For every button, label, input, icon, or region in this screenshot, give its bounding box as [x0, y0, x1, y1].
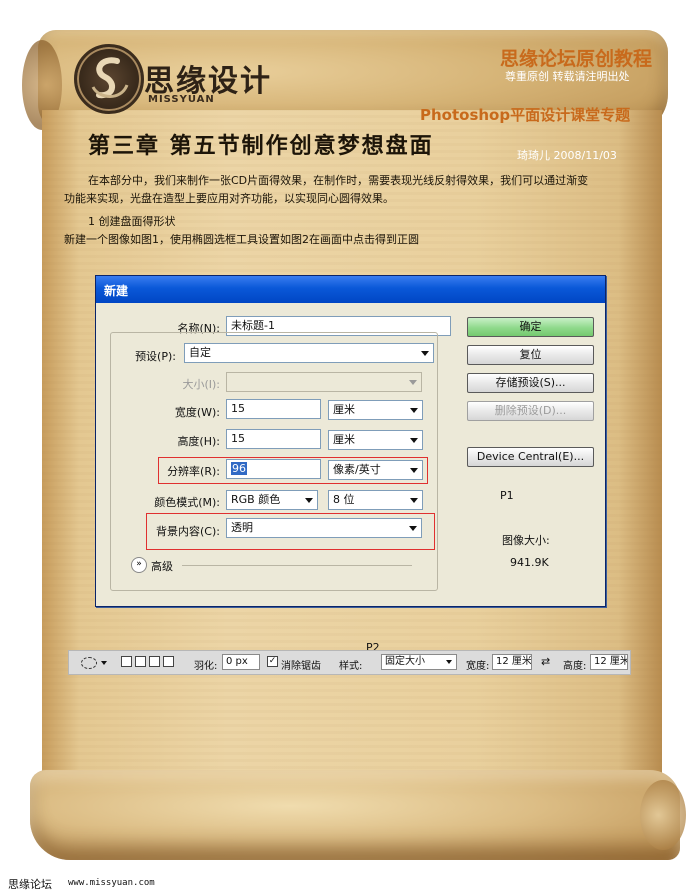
style-select[interactable]: 固定大小: [381, 654, 457, 670]
save-preset-button[interactable]: 存储预设(S)...: [467, 373, 594, 393]
bit-depth-value: 8 位: [333, 493, 355, 506]
footer-url[interactable]: www.missyuan.com: [68, 878, 155, 888]
step-heading: 1 创建盘面得形状: [88, 215, 176, 228]
banner-subtitle: 尊重原创 转载请注明出处: [505, 70, 630, 83]
toolbar-width-input[interactable]: 12 厘米: [492, 654, 532, 670]
background-label: 背景内容(C):: [156, 525, 220, 538]
feather-label: 羽化:: [194, 661, 218, 672]
chevron-down-icon: [410, 438, 418, 443]
image-size-label: 图像大小:: [502, 534, 550, 547]
step-description: 新建一个图像如图1，使用椭圆选框工具设置如图2在画面中点击得到正圆: [64, 233, 419, 246]
author-date: 琦琦儿 2008/11/03: [517, 149, 617, 162]
preset-select[interactable]: 自定: [184, 343, 434, 363]
width-input[interactable]: 15: [226, 399, 321, 419]
add-selection-icon[interactable]: [135, 656, 146, 667]
toolbar-width-label: 宽度:: [466, 661, 490, 672]
style-value: 固定大小: [385, 656, 425, 667]
ellipse-marquee-icon[interactable]: [81, 657, 97, 669]
delete-preset-button: 删除预设(D)...: [467, 401, 594, 421]
figure-label-p1: P1: [500, 489, 514, 502]
intro-line-1: 在本部分中，我们来制作一张CD片面得效果，在制作时，需要表现光线反射得效果，我们…: [88, 174, 589, 187]
style-label: 样式:: [339, 661, 363, 672]
subtract-selection-icon[interactable]: [149, 656, 160, 667]
feather-input[interactable]: 0 px: [222, 654, 260, 670]
chevron-down-icon: [305, 498, 313, 503]
chevron-down-icon: [409, 380, 417, 385]
resolution-label: 分辨率(R):: [167, 465, 220, 478]
antialias-checkbox[interactable]: ✓: [267, 656, 278, 667]
dialog-titlebar[interactable]: 新建: [96, 276, 605, 303]
preset-value: 自定: [189, 346, 211, 359]
chevron-down-icon: [410, 408, 418, 413]
preset-label: 预设(P):: [120, 348, 176, 364]
chevron-down-icon: [446, 660, 452, 664]
resolution-value: 96: [231, 462, 247, 475]
scroll-curl-right: [640, 780, 686, 850]
color-mode-select[interactable]: RGB 颜色: [226, 490, 318, 510]
scroll-bottom-roll: [30, 770, 680, 860]
chevron-down-icon[interactable]: [101, 661, 107, 665]
banner-title: 思缘论坛原创教程: [500, 48, 653, 70]
swap-dimensions-icon[interactable]: ⇄: [541, 655, 550, 668]
resolution-input[interactable]: 96: [226, 459, 321, 479]
site-logo-icon: [74, 44, 144, 114]
reset-button[interactable]: 复位: [467, 345, 594, 365]
height-unit-value: 厘米: [333, 433, 355, 446]
logo-subtitle: MISSYUAN: [148, 94, 215, 105]
bit-depth-select[interactable]: 8 位: [328, 490, 423, 510]
advanced-divider: [182, 565, 412, 566]
color-mode-value: RGB 颜色: [231, 493, 281, 506]
chevron-down-icon: [409, 526, 417, 531]
width-unit-select[interactable]: 厘米: [328, 400, 423, 420]
size-label: 大小(I):: [182, 378, 220, 391]
width-unit-value: 厘米: [333, 403, 355, 416]
color-mode-label: 颜色模式(M):: [154, 496, 220, 509]
device-central-button[interactable]: Device Central(E)...: [467, 447, 594, 467]
toolbar-height-input[interactable]: 12 厘米: [590, 654, 628, 670]
advanced-label: 高级: [151, 560, 173, 573]
height-label: 高度(H):: [177, 435, 220, 448]
banner-topic: Photoshop平面设计课堂专题: [420, 106, 631, 124]
marquee-options-toolbar: 羽化: 0 px ✓ 消除锯齿 样式: 固定大小 宽度: 12 厘米 ⇄ 高度:…: [68, 650, 631, 675]
height-input[interactable]: 15: [226, 429, 321, 449]
antialias-label: 消除锯齿: [281, 661, 321, 672]
chevron-down-icon: [421, 351, 429, 356]
expand-advanced-icon[interactable]: »: [131, 557, 147, 573]
toolbar-height-label: 高度:: [563, 661, 587, 672]
height-unit-select[interactable]: 厘米: [328, 430, 423, 450]
resolution-unit-select[interactable]: 像素/英寸: [328, 460, 423, 480]
dialog-title: 新建: [104, 284, 129, 298]
background-select[interactable]: 透明: [226, 518, 422, 538]
intersect-selection-icon[interactable]: [163, 656, 174, 667]
chevron-down-icon: [410, 498, 418, 503]
image-size-value: 941.9K: [510, 556, 549, 569]
resolution-unit-value: 像素/英寸: [333, 463, 381, 476]
footer-site-name: 思缘论坛: [8, 878, 52, 891]
new-document-dialog: 新建 名称(N): 未标题-1 预设(P): 自定 大小(I): 宽度(W): …: [95, 275, 606, 607]
background-value: 透明: [231, 521, 253, 534]
ok-button[interactable]: 确定: [467, 317, 594, 337]
chevron-down-icon: [410, 468, 418, 473]
chapter-title: 第三章 第五节制作创意梦想盘面: [88, 133, 434, 159]
width-label: 宽度(W):: [174, 406, 220, 419]
new-selection-icon[interactable]: [121, 656, 132, 667]
size-select: [226, 372, 422, 392]
intro-line-2: 功能来实现，光盘在造型上要应用对齐功能，以实现同心圆得效果。: [64, 192, 394, 205]
